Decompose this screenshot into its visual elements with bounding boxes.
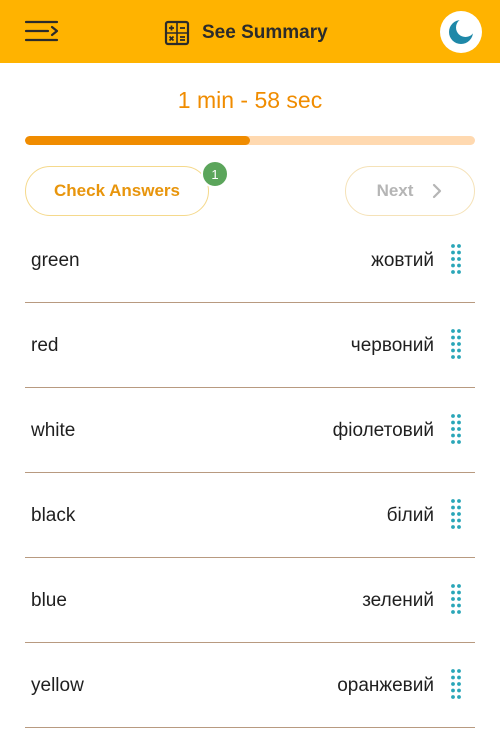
- moon-icon: [449, 18, 475, 44]
- drag-handle-icon[interactable]: [450, 413, 462, 445]
- english-word: black: [31, 505, 76, 526]
- ukrainian-word: оранжевий: [337, 675, 434, 696]
- chevron-right-icon: [433, 183, 442, 199]
- next-label: Next: [376, 181, 414, 200]
- menu-button[interactable]: [24, 17, 60, 47]
- match-row: white фіолетовий: [25, 388, 475, 473]
- match-row: green жовтий: [25, 218, 475, 303]
- ukrainian-word: фіолетовий: [332, 420, 434, 441]
- ukrainian-word: червоний: [350, 335, 434, 356]
- see-summary-button[interactable]: See Summary: [164, 18, 328, 48]
- page-title: See Summary: [202, 22, 328, 43]
- theme-toggle-button[interactable]: [440, 11, 482, 53]
- match-row: black білий: [25, 473, 475, 558]
- match-row: red червоний: [25, 303, 475, 388]
- ukrainian-word: білий: [386, 505, 434, 526]
- calculator-icon: [164, 20, 190, 46]
- match-row: yellow оранжевий: [25, 643, 475, 728]
- english-word: red: [31, 335, 59, 356]
- progress-fill: [25, 136, 250, 145]
- english-word: white: [31, 420, 76, 441]
- progress-bar: [25, 136, 475, 145]
- match-row: blue зелений: [25, 558, 475, 643]
- english-word: blue: [31, 590, 67, 611]
- check-answers-button[interactable]: Check Answers: [25, 166, 209, 216]
- drag-handle-icon[interactable]: [450, 583, 462, 615]
- english-word: yellow: [31, 675, 84, 696]
- next-button[interactable]: Next: [345, 166, 475, 216]
- header-bar: See Summary: [0, 0, 500, 63]
- app-screen: See Summary 1 min - 58 sec Check Answers…: [0, 0, 500, 731]
- answer-count-badge: 1: [201, 160, 229, 188]
- english-word: green: [31, 250, 80, 271]
- ukrainian-word: зелений: [362, 590, 434, 611]
- match-list: green жовтий red червоний white фіолетов…: [25, 218, 475, 728]
- check-answers-label: Check Answers: [54, 181, 180, 200]
- drag-handle-icon[interactable]: [450, 243, 462, 275]
- drag-handle-icon[interactable]: [450, 498, 462, 530]
- drag-handle-icon[interactable]: [450, 328, 462, 360]
- drag-handle-icon[interactable]: [450, 668, 462, 700]
- ukrainian-word: жовтий: [371, 250, 434, 271]
- timer-text: 1 min - 58 sec: [177, 87, 323, 113]
- menu-icon: [24, 20, 59, 42]
